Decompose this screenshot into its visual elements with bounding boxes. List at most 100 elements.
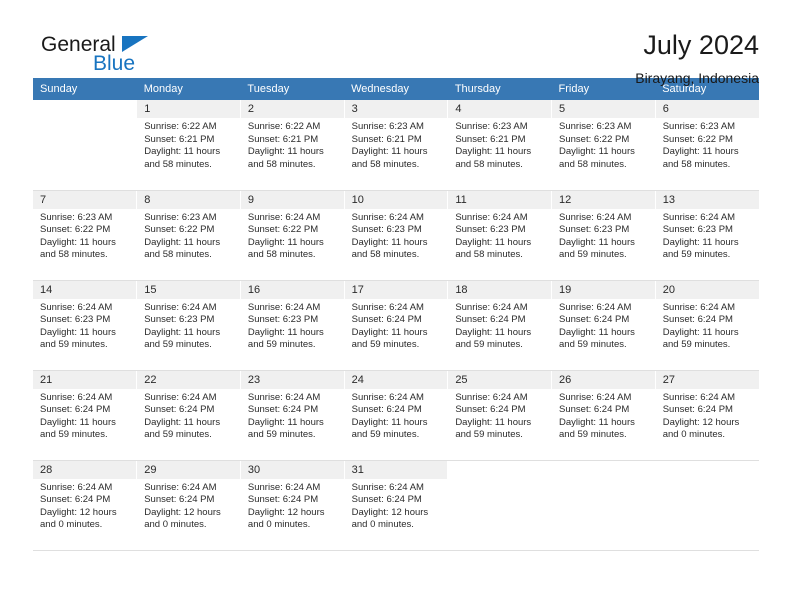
calendar-day-cell[interactable]: 2 Sunrise: 6:22 AM Sunset: 6:21 PM Daylight…	[239, 100, 345, 191]
calendar-day-cell[interactable]: 8 Sunrise: 6:23 AM Sunset: 6:22 PM Daylight…	[136, 190, 241, 281]
calendar-day-cell[interactable]: 19 Sunrise: 6:24 AM Sunset: 6:24 PM Dayligh…	[551, 280, 656, 371]
daylight-text: Daylight: 11 hours and 59 minutes.	[351, 326, 428, 351]
sunset-text: Sunset: 6:23 PM	[559, 224, 630, 236]
calendar-day-cell[interactable]: 21 Sunrise: 6:24 AM Sunset: 6:24 PM Dayligh…	[33, 370, 138, 461]
calendar-day-cell[interactable]: 29 Sunrise: 6:24 AM Sunset: 6:24 PM Dayligh…	[136, 460, 241, 551]
page-header: General Blue July 2024 Birayang, Indones…	[0, 0, 792, 86]
daylight-text: Daylight: 11 hours and 59 minutes.	[662, 326, 739, 351]
calendar-day-cell[interactable]: 9 Sunrise: 6:24 AM Sunset: 6:22 PM Daylight…	[239, 190, 345, 281]
sunrise-text: Sunrise: 6:22 AM	[247, 121, 321, 132]
calendar-day-cell[interactable]: 28 Sunrise: 6:24 AM Sunset: 6:24 PM Dayligh…	[33, 460, 138, 551]
daylight-text: Daylight: 12 hours and 0 minutes.	[40, 506, 117, 531]
calendar-day-cell[interactable]: 18 Sunrise: 6:24 AM Sunset: 6:24 PM Dayligh…	[447, 280, 553, 371]
sunset-text: Sunset: 6:23 PM	[662, 224, 733, 236]
sunrise-text: Sunrise: 6:23 AM	[455, 121, 528, 132]
day-details: Sunrise: 6:24 AM Sunset: 6:23 PM Daylight:…	[137, 299, 240, 352]
sunrise-text: Sunrise: 6:24 AM	[40, 301, 113, 313]
sunset-text: Sunset: 6:21 PM	[455, 133, 526, 145]
calendar-day-cell[interactable]: 7 Sunrise: 6:23 AM Sunset: 6:22 PM Daylight…	[33, 190, 138, 281]
daylight-text: Daylight: 12 hours and 0 minutes.	[351, 506, 429, 531]
sunrise-text: Sunrise: 6:24 AM	[455, 301, 528, 313]
calendar-day-cell[interactable]: 20 Sunrise: 6:24 AM Sunset: 6:24 PM Dayligh…	[654, 280, 759, 371]
sunrise-text: Sunrise: 6:23 AM	[40, 211, 113, 223]
day-number: 5	[552, 100, 655, 118]
sunset-text: Sunset: 6:24 PM	[662, 404, 733, 416]
calendar-day-cell[interactable]: 6 Sunrise: 6:23 AM Sunset: 6:22 PM Daylight…	[654, 100, 759, 191]
sunset-text: Sunset: 6:23 PM	[144, 314, 215, 326]
day-number: 4	[448, 100, 552, 118]
day-details: Sunrise: 6:24 AM Sunset: 6:24 PM Daylight:…	[656, 299, 759, 352]
sunrise-text: Sunrise: 6:24 AM	[662, 301, 736, 313]
calendar-day-cell[interactable]: 25 Sunrise: 6:24 AM Sunset: 6:24 PM Dayligh…	[447, 370, 553, 461]
daylight-text: Daylight: 11 hours and 59 minutes.	[455, 416, 532, 441]
brand-logo[interactable]: General Blue	[33, 28, 163, 78]
day-number: 28	[33, 460, 137, 479]
sunrise-text: Sunrise: 6:24 AM	[247, 391, 321, 403]
calendar-day-cell[interactable]: 27 Sunrise: 6:24 AM Sunset: 6:24 PM Dayligh…	[654, 370, 759, 461]
daylight-text: Daylight: 11 hours and 58 minutes.	[247, 236, 324, 261]
day-details: Sunrise: 6:23 AM Sunset: 6:22 PM Daylight:…	[33, 209, 136, 262]
triangle-icon	[122, 36, 148, 52]
sunrise-text: Sunrise: 6:24 AM	[455, 211, 528, 223]
day-details: Sunrise: 6:23 AM Sunset: 6:21 PM Daylight:…	[448, 118, 551, 171]
calendar-cell-empty	[33, 100, 138, 191]
calendar-day-cell[interactable]: 12 Sunrise: 6:24 AM Sunset: 6:23 PM Dayligh…	[551, 190, 656, 281]
sunset-text: Sunset: 6:22 PM	[662, 133, 733, 145]
calendar-day-cell[interactable]: 30 Sunrise: 6:24 AM Sunset: 6:24 PM Dayligh…	[239, 460, 345, 551]
day-details: Sunrise: 6:24 AM Sunset: 6:24 PM Daylight:…	[345, 389, 448, 442]
calendar-day-cell[interactable]: 14 Sunrise: 6:24 AM Sunset: 6:23 PM Dayligh…	[33, 280, 138, 371]
day-details: Sunrise: 6:24 AM Sunset: 6:24 PM Daylight:…	[33, 479, 136, 532]
daylight-text: Daylight: 11 hours and 59 minutes.	[247, 326, 324, 351]
day-number: 22	[137, 370, 240, 389]
day-number: 18	[448, 280, 552, 299]
calendar-day-cell[interactable]: 17 Sunrise: 6:24 AM Sunset: 6:24 PM Dayligh…	[343, 280, 449, 371]
sunset-text: Sunset: 6:21 PM	[351, 133, 422, 145]
day-details: Sunrise: 6:24 AM Sunset: 6:23 PM Daylight:…	[448, 209, 551, 262]
calendar-cell-empty	[654, 460, 759, 551]
calendar-day-cell[interactable]: 5 Sunrise: 6:23 AM Sunset: 6:22 PM Daylight…	[551, 100, 656, 191]
daylight-text: Daylight: 11 hours and 58 minutes.	[559, 146, 635, 170]
day-number: 10	[344, 190, 448, 209]
day-details: Sunrise: 6:22 AM Sunset: 6:21 PM Daylight:…	[241, 118, 344, 171]
sunrise-text: Sunrise: 6:23 AM	[144, 211, 217, 223]
sunrise-text: Sunrise: 6:24 AM	[662, 391, 736, 403]
calendar-day-cell[interactable]: 4 Sunrise: 6:23 AM Sunset: 6:21 PM Daylight…	[447, 100, 553, 191]
weekday-header-sunday: Sunday	[33, 78, 137, 100]
calendar-day-cell[interactable]: 13 Sunrise: 6:24 AM Sunset: 6:23 PM Dayligh…	[654, 190, 759, 281]
sunset-text: Sunset: 6:24 PM	[559, 314, 630, 326]
daylight-text: Daylight: 11 hours and 58 minutes.	[455, 236, 532, 261]
daylight-text: Daylight: 11 hours and 58 minutes.	[144, 236, 221, 261]
calendar-day-cell[interactable]: 31 Sunrise: 6:24 AM Sunset: 6:24 PM Dayligh…	[343, 460, 449, 551]
calendar-day-cell[interactable]: 23 Sunrise: 6:24 AM Sunset: 6:24 PM Dayligh…	[239, 370, 345, 461]
sunset-text: Sunset: 6:23 PM	[455, 224, 526, 236]
calendar-day-cell[interactable]: 3 Sunrise: 6:23 AM Sunset: 6:21 PM Daylight…	[343, 100, 449, 191]
calendar-day-cell[interactable]: 16 Sunrise: 6:24 AM Sunset: 6:23 PM Dayligh…	[239, 280, 345, 371]
sunrise-text: Sunrise: 6:24 AM	[247, 301, 321, 313]
daylight-text: Daylight: 11 hours and 58 minutes.	[351, 146, 428, 170]
page-title: July 2024	[643, 30, 759, 60]
calendar-day-cell[interactable]: 22 Sunrise: 6:24 AM Sunset: 6:24 PM Dayligh…	[136, 370, 241, 461]
day-details: Sunrise: 6:24 AM Sunset: 6:23 PM Daylight:…	[345, 209, 448, 262]
sunset-text: Sunset: 6:24 PM	[351, 404, 422, 416]
sunset-text: Sunset: 6:22 PM	[40, 224, 111, 236]
calendar-day-cell[interactable]: 10 Sunrise: 6:24 AM Sunset: 6:23 PM Dayligh…	[343, 190, 449, 281]
calendar-day-cell[interactable]: 26 Sunrise: 6:24 AM Sunset: 6:24 PM Dayligh…	[551, 370, 656, 461]
daylight-text: Daylight: 12 hours and 0 minutes.	[662, 416, 740, 441]
day-details: Sunrise: 6:24 AM Sunset: 6:23 PM Daylight:…	[33, 299, 136, 352]
sunset-text: Sunset: 6:24 PM	[144, 404, 215, 416]
day-number: 12	[552, 190, 655, 209]
calendar-day-cell[interactable]: 11 Sunrise: 6:24 AM Sunset: 6:23 PM Dayligh…	[447, 190, 553, 281]
day-details: Sunrise: 6:23 AM Sunset: 6:22 PM Daylight:…	[552, 118, 655, 171]
day-details: Sunrise: 6:24 AM Sunset: 6:24 PM Daylight:…	[448, 389, 551, 442]
sunrise-text: Sunrise: 6:24 AM	[559, 211, 632, 223]
sunrise-text: Sunrise: 6:23 AM	[662, 121, 736, 132]
calendar-week-row: 21 Sunrise: 6:24 AM Sunset: 6:24 PM Dayligh…	[33, 370, 759, 461]
calendar-day-cell[interactable]: 15 Sunrise: 6:24 AM Sunset: 6:23 PM Dayligh…	[136, 280, 241, 371]
day-details: Sunrise: 6:24 AM Sunset: 6:23 PM Daylight:…	[656, 209, 759, 262]
calendar-day-cell[interactable]: 1 Sunrise: 6:22 AM Sunset: 6:21 PM Daylight…	[136, 100, 241, 191]
sunset-text: Sunset: 6:24 PM	[351, 314, 422, 326]
calendar-day-cell[interactable]: 24 Sunrise: 6:24 AM Sunset: 6:24 PM Dayligh…	[343, 370, 449, 461]
sunrise-text: Sunrise: 6:24 AM	[662, 211, 736, 223]
sunrise-text: Sunrise: 6:24 AM	[144, 391, 217, 403]
brand-name-blue: Blue	[93, 52, 136, 75]
